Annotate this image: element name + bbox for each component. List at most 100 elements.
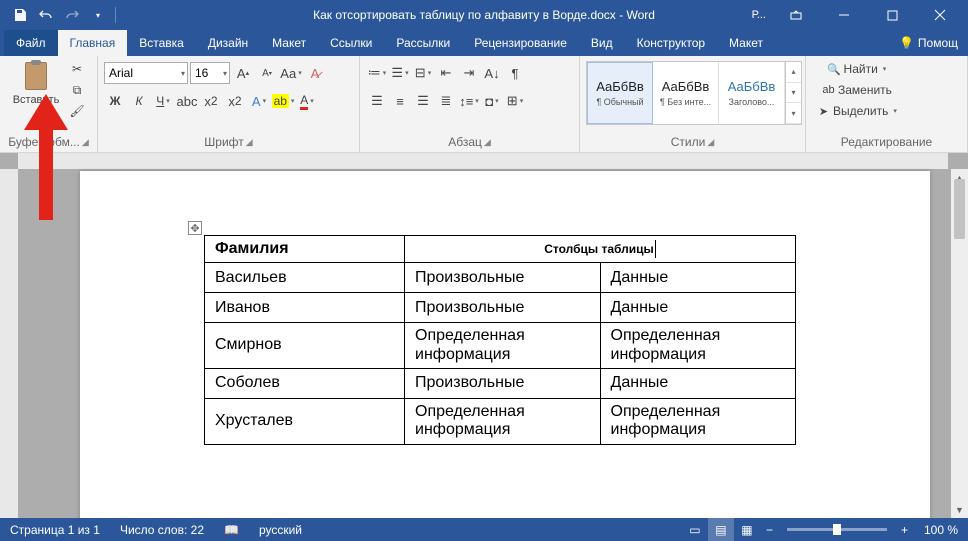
ribbon: Вставить ✂ ⧉ 🖌 Буфер обм...◢ Arial▾ 16▾ … — [0, 56, 968, 153]
zoom-level[interactable]: 100 % — [914, 518, 968, 541]
numbering-button[interactable]: ☰ — [389, 62, 411, 84]
font-name-combo[interactable]: Arial▾ — [104, 62, 188, 84]
qat-customize-icon[interactable]: ▾ — [86, 3, 110, 27]
select-button[interactable]: ➤Выделить — [812, 101, 902, 121]
tab-home[interactable]: Главная — [58, 30, 128, 56]
grow-font-button[interactable]: A▴ — [232, 62, 254, 84]
title-bar: ▾ Как отсортировать таблицу по алфавиту … — [0, 0, 968, 30]
underline-button[interactable]: Ч — [152, 90, 174, 112]
tab-mailings[interactable]: Рассылки — [384, 30, 462, 56]
font-launcher-icon[interactable]: ◢ — [246, 137, 253, 148]
multilevel-list-button[interactable]: ⊟ — [412, 62, 434, 84]
style-heading1[interactable]: АаБбВвЗаголово... — [719, 62, 785, 124]
zoom-out-button[interactable]: − — [760, 518, 779, 541]
table-header-cell[interactable]: Фамилия — [205, 236, 405, 263]
paragraph-launcher-icon[interactable]: ◢ — [484, 137, 491, 148]
zoom-slider[interactable] — [787, 528, 887, 531]
increase-indent-button[interactable]: ⇥ — [458, 62, 480, 84]
status-word-count[interactable]: Число слов: 22 — [110, 518, 214, 541]
table-row: ХрусталевОпределенная информацияОпределе… — [205, 399, 796, 445]
italic-button[interactable]: К — [128, 90, 150, 112]
style-no-spacing[interactable]: АаБбВв¶ Без инте... — [653, 62, 719, 124]
view-print-layout-icon[interactable]: ▤ — [708, 518, 734, 541]
minimize-icon[interactable] — [822, 0, 866, 30]
close-icon[interactable] — [918, 0, 962, 30]
align-center-button[interactable]: ≡ — [389, 90, 411, 112]
table-move-handle-icon[interactable]: ✥ — [188, 221, 202, 235]
tab-table-design[interactable]: Конструктор — [625, 30, 717, 56]
text-effects-button[interactable]: A — [248, 90, 270, 112]
redo-icon — [60, 3, 84, 27]
style-gallery-more[interactable]: ▴▾▾ — [785, 62, 801, 124]
style-normal[interactable]: АаБбВв¶ Обычный — [587, 62, 653, 124]
borders-button[interactable]: ⊞ — [504, 90, 526, 112]
ribbon-options-icon[interactable] — [774, 0, 818, 30]
undo-icon[interactable] — [34, 3, 58, 27]
cut-button[interactable]: ✂ — [66, 59, 88, 79]
zoom-in-button[interactable]: + — [895, 518, 914, 541]
text-cursor — [655, 240, 656, 258]
shading-button[interactable]: ◘ — [481, 90, 503, 112]
table-row: ВасильевПроизвольныеДанные — [205, 263, 796, 293]
page[interactable]: ✥ Фамилия Столбцы таблицы ВасильевПроизв… — [80, 171, 930, 518]
clipboard-launcher-icon[interactable]: ◢ — [82, 137, 89, 148]
sort-button[interactable]: A↓ — [481, 62, 503, 84]
font-size-combo[interactable]: 16▾ — [190, 62, 230, 84]
document-table[interactable]: Фамилия Столбцы таблицы ВасильевПроизвол… — [204, 235, 796, 445]
replace-button[interactable]: abЗаменить — [812, 80, 902, 100]
maximize-icon[interactable] — [870, 0, 914, 30]
status-language[interactable]: русский — [249, 518, 312, 541]
vertical-ruler[interactable] — [0, 169, 18, 518]
subscript-button[interactable]: x2 — [200, 90, 222, 112]
bullets-button[interactable]: ≔ — [366, 62, 388, 84]
superscript-button[interactable]: x2 — [224, 90, 246, 112]
tab-view[interactable]: Вид — [579, 30, 625, 56]
bold-button[interactable]: Ж — [104, 90, 126, 112]
styles-launcher-icon[interactable]: ◢ — [707, 137, 714, 148]
user-label[interactable]: Р... — [752, 9, 766, 21]
scrollbar-thumb[interactable] — [954, 179, 965, 239]
group-editing: 🔍Найти abЗаменить ➤Выделить Редактирован… — [806, 56, 968, 152]
tab-references[interactable]: Ссылки — [318, 30, 384, 56]
copy-button[interactable]: ⧉ — [66, 80, 88, 100]
show-marks-button[interactable]: ¶ — [504, 62, 526, 84]
vertical-scrollbar[interactable]: ▲ ▼ — [951, 169, 968, 518]
lightbulb-icon: 💡 — [899, 36, 914, 50]
tab-layout[interactable]: Макет — [260, 30, 318, 56]
tab-design[interactable]: Дизайн — [196, 30, 260, 56]
highlight-button[interactable]: ab — [272, 90, 294, 112]
tab-file[interactable]: Файл — [4, 30, 58, 56]
window-controls: Р... — [752, 0, 968, 30]
table-header-row[interactable]: Фамилия Столбцы таблицы — [205, 236, 796, 263]
scroll-down-icon[interactable]: ▼ — [951, 501, 968, 518]
justify-button[interactable]: ≣ — [435, 90, 457, 112]
tab-table-layout[interactable]: Макет — [717, 30, 775, 56]
tab-insert[interactable]: Вставка — [127, 30, 196, 56]
paste-button[interactable]: Вставить — [13, 59, 59, 119]
tab-review[interactable]: Рецензирование — [462, 30, 579, 56]
clear-formatting-button[interactable]: A̷ — [304, 62, 326, 84]
decrease-indent-button[interactable]: ⇤ — [435, 62, 457, 84]
table-row: СоболевПроизвольныеДанные — [205, 369, 796, 399]
shrink-font-button[interactable]: A▾ — [256, 62, 278, 84]
align-right-button[interactable]: ☰ — [412, 90, 434, 112]
format-painter-button[interactable]: 🖌 — [66, 101, 88, 121]
document-area[interactable]: ✥ Фамилия Столбцы таблицы ВасильевПроизв… — [0, 153, 968, 518]
strikethrough-button[interactable]: abc — [176, 90, 198, 112]
replace-icon: ab — [822, 84, 835, 97]
line-spacing-button[interactable]: ↕≡ — [458, 90, 480, 112]
font-color-button[interactable]: A — [296, 90, 318, 112]
table-header-cell[interactable]: Столбцы таблицы — [405, 236, 796, 263]
save-icon[interactable] — [8, 3, 32, 27]
style-gallery[interactable]: АаБбВв¶ Обычный АаБбВв¶ Без инте... АаБб… — [586, 61, 802, 125]
find-button[interactable]: 🔍Найти — [812, 59, 902, 79]
change-case-button[interactable]: Aa — [280, 62, 302, 84]
view-read-mode-icon[interactable]: ▭ — [682, 518, 708, 541]
horizontal-ruler[interactable] — [18, 153, 948, 169]
status-spellcheck[interactable]: 📖 — [214, 518, 249, 541]
tell-me[interactable]: 💡Помощ — [889, 30, 968, 56]
status-page[interactable]: Страница 1 из 1 — [0, 518, 110, 541]
view-web-layout-icon[interactable]: ▦ — [734, 518, 760, 541]
book-icon: 📖 — [224, 523, 239, 537]
align-left-button[interactable]: ☰ — [366, 90, 388, 112]
